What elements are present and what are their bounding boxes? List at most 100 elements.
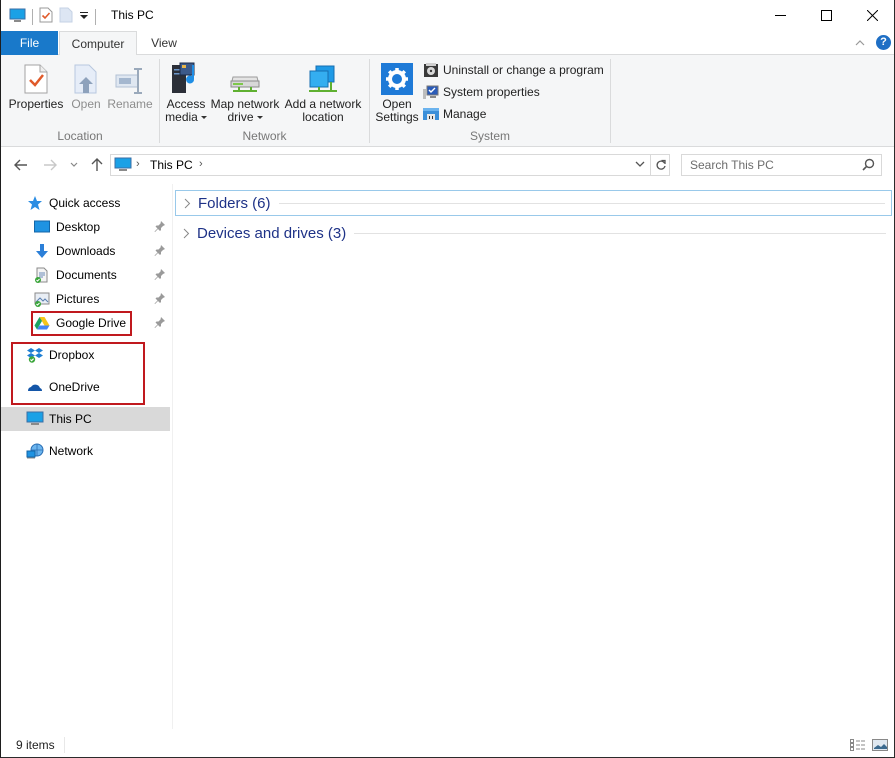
window-title: This PC [111,8,154,22]
group-header-label: Devices and drives (3) [197,224,347,242]
search-icon[interactable] [862,158,875,174]
help-button[interactable]: ? [876,35,891,50]
manage-label: Manage [443,107,487,121]
documents-icon [33,267,51,283]
forward-arrow-icon [44,159,57,171]
pin-icon[interactable] [154,220,166,235]
customize-dropdown-icon[interactable] [79,9,89,24]
pin-icon[interactable] [154,316,166,331]
access-media-icon [172,62,195,93]
chevron-right-icon[interactable] [177,228,195,239]
this-pc-icon [114,157,132,176]
back-arrow-icon [14,159,27,171]
title-bar: This PC [1,0,894,31]
downloads-icon [33,243,51,259]
access-media-button[interactable]: Access media [164,59,208,124]
group-label-network: Network [242,129,287,143]
open-settings-button[interactable]: Open Settings [374,59,420,124]
system-properties-label: System properties [443,85,540,99]
details-view-button[interactable] [849,737,867,753]
properties-button[interactable]: Properties [5,59,67,111]
search-input[interactable] [682,155,857,175]
nav-item-network[interactable]: Network [1,439,170,463]
address-dropdown-button[interactable] [634,157,646,174]
group-label-system: System [469,129,510,143]
content-area: Folders (6) Devices and drives (3) [173,184,894,729]
chevron-right-icon[interactable] [178,198,196,209]
address-bar[interactable]: › This PC › [110,154,670,176]
maximize-button[interactable] [803,0,849,31]
breadcrumb-chevron-icon[interactable]: › [136,158,140,170]
chevron-up-icon [855,40,865,46]
nav-item-desktop[interactable]: Desktop [1,215,170,239]
chevron-down-icon [635,161,645,167]
rename-icon [115,68,142,94]
properties-icon[interactable] [39,7,53,26]
uninstall-icon [424,63,438,77]
add-network-location-label-1: Add a network [284,97,362,111]
recent-locations-button[interactable] [67,155,81,175]
open-settings-label-2: Settings [375,110,419,124]
ribbon: Properties Open Rename Location Access m… [1,55,894,147]
nav-label: This PC [49,412,92,426]
group-header-devices-and-drives[interactable]: Devices and drives (3) [175,220,892,246]
up-arrow-icon [91,158,103,171]
add-network-location-icon [309,65,337,92]
search-box[interactable] [681,154,882,176]
group-label-location: Location [57,129,103,143]
manage-button[interactable]: Manage [423,104,486,124]
dropdown-caret-icon [200,116,207,120]
add-network-location-button[interactable]: Add a network location [282,59,364,124]
group-header-folders[interactable]: Folders (6) [175,190,892,216]
system-properties-icon [423,85,439,99]
nav-item-documents[interactable]: Documents [1,263,170,287]
minimize-icon [774,15,786,16]
pin-icon[interactable] [154,244,166,259]
uninstall-program-button[interactable]: Uninstall or change a program [423,60,604,80]
nav-label: Downloads [56,244,116,258]
uninstall-program-label: Uninstall or change a program [443,63,604,77]
open-settings-label-1: Open [382,97,412,111]
large-icons-view-button[interactable] [871,737,889,753]
nav-item-this-pc[interactable]: This PC [1,407,170,431]
nav-label: Pictures [56,292,100,306]
open-button[interactable]: Open [68,59,104,111]
breadcrumb-chevron-icon[interactable]: › [199,158,203,170]
tab-view[interactable]: View [139,31,189,55]
open-label: Open [71,97,101,111]
minimize-button[interactable] [757,0,803,31]
rename-button[interactable]: Rename [106,59,154,111]
new-folder-icon[interactable] [59,7,73,26]
settings-gear-icon [381,63,413,95]
up-button[interactable] [88,155,106,175]
properties-icon [24,64,48,94]
ribbon-tabs: File Computer View [1,31,894,56]
open-icon [74,64,97,94]
tab-computer[interactable]: Computer [59,31,137,56]
forward-button[interactable] [40,155,60,175]
quick-access-toolbar [9,7,96,26]
system-properties-button[interactable]: System properties [423,82,540,102]
nav-item-quick-access[interactable]: Quick access [1,191,170,215]
back-button[interactable] [11,155,31,175]
maximize-icon [820,10,832,21]
pin-icon[interactable] [154,268,166,283]
minimize-ribbon-button[interactable] [855,36,865,50]
tab-file[interactable]: File [1,31,58,55]
file-explorer-window: This PC File Computer View ? Properties [0,0,895,758]
status-separator [64,737,65,753]
access-media-label-2: media [165,110,198,124]
map-network-drive-button[interactable]: Map network drive [209,59,281,124]
breadcrumb-this-pc[interactable]: This PC [150,158,193,172]
group-divider-line [278,202,885,204]
group-divider-line [354,232,886,234]
nav-item-pictures[interactable]: Pictures [1,287,170,311]
close-button[interactable] [849,0,895,31]
access-media-label-1: Access [166,97,206,111]
nav-item-downloads[interactable]: Downloads [1,239,170,263]
refresh-button[interactable] [650,155,670,175]
navigation-bar: › This PC › [1,148,894,182]
pin-icon[interactable] [154,292,166,307]
network-icon [26,443,44,459]
this-pc-icon[interactable] [9,8,26,26]
